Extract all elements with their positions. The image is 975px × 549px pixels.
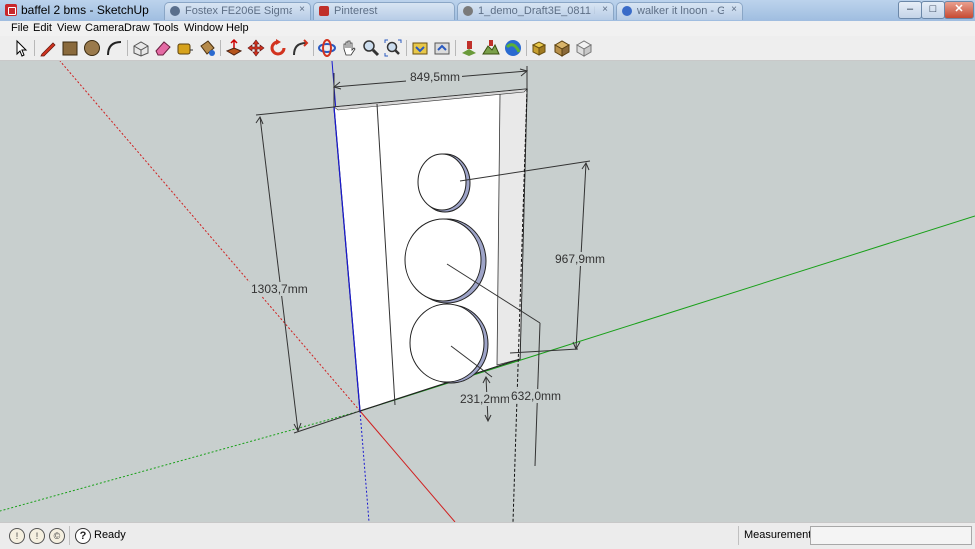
help-icon[interactable]: ? [75, 528, 91, 544]
maximize-button[interactable]: □ [921, 1, 945, 19]
follow-me-icon[interactable] [290, 38, 310, 58]
tab-close-icon[interactable]: × [731, 4, 737, 15]
pan-icon[interactable] [339, 38, 359, 58]
make-component-icon[interactable] [131, 38, 151, 58]
browser-tab-google[interactable]: walker it lnoon - Google sale × [616, 2, 743, 20]
baffle-model[interactable] [333, 88, 528, 412]
dimension-mid-label[interactable]: 632,0mm [511, 389, 561, 403]
circle-icon[interactable] [82, 38, 102, 58]
components-icon[interactable] [574, 38, 594, 58]
tab-favicon-icon [319, 6, 329, 16]
toolbar-divider [220, 40, 221, 56]
geo-location-icon[interactable]: ! [9, 528, 25, 544]
credits-icon[interactable]: ! [29, 528, 45, 544]
select-icon[interactable] [11, 38, 31, 58]
arc-icon[interactable] [104, 38, 124, 58]
menu-window[interactable]: Window [184, 22, 223, 34]
share-model-icon[interactable] [432, 38, 452, 58]
red-axis-line [359, 410, 456, 522]
browser-tab-demo[interactable]: 1_demo_Draft3E_0811 HK_mount... × [457, 2, 614, 20]
eraser-icon[interactable] [153, 38, 173, 58]
move-icon[interactable] [246, 38, 266, 58]
zoom-extents-icon[interactable] [383, 38, 403, 58]
menu-help[interactable]: Help [226, 22, 249, 34]
orbit-icon[interactable] [317, 38, 337, 58]
close-button[interactable]: ✕ [944, 1, 974, 19]
tape-measure-icon[interactable] [175, 38, 195, 58]
menu-bar: File Edit View Camera Draw Tools Window … [0, 21, 975, 36]
menu-file[interactable]: File [11, 22, 29, 34]
tab-favicon-icon [622, 6, 632, 16]
toggle-terrain-icon[interactable] [481, 38, 501, 58]
tweeter-hole[interactable] [417, 153, 467, 211]
status-bar: ! ! © ? Ready Measurements [0, 522, 975, 549]
get-photo-texture-icon[interactable] [530, 38, 550, 58]
minimize-button[interactable]: – [898, 1, 922, 19]
menu-view[interactable]: View [57, 22, 81, 34]
measurements-label: Measurements [744, 529, 817, 541]
tab-favicon-icon [170, 6, 180, 16]
browser-tab-label: Fostex FE206E Sigma (tips... [185, 5, 292, 17]
browser-tab-label: 1_demo_Draft3E_0811 HK_mount... [478, 5, 595, 17]
window-title: baffel 2 bms - SketchUp [21, 3, 149, 17]
pencil-icon[interactable] [38, 38, 58, 58]
toolbar-divider [406, 40, 407, 56]
add-location-icon[interactable] [459, 38, 479, 58]
zoom-icon[interactable] [361, 38, 381, 58]
rectangle-icon[interactable] [60, 38, 80, 58]
dimension-height-label[interactable]: 1303,7mm [251, 282, 308, 296]
model-canvas[interactable]: 849,5mm 1303,7mm 967,9mm 231,2mm 632,0mm [0, 61, 975, 522]
tab-close-icon[interactable]: × [299, 4, 305, 15]
measurements-input[interactable] [810, 526, 972, 545]
extension-warehouse-icon[interactable] [552, 38, 572, 58]
sketchup-app-icon [5, 4, 17, 16]
paint-bucket-icon[interactable] [197, 38, 217, 58]
browser-tab-label: Pinterest [334, 5, 378, 17]
title-bar: baffel 2 bms - SketchUp Fostex FE206E Si… [0, 0, 975, 22]
status-divider [69, 526, 70, 545]
menu-camera[interactable]: Camera [85, 22, 124, 34]
woofer-lower-hole[interactable] [409, 303, 485, 383]
rotate-icon[interactable] [268, 38, 288, 58]
toolbar-divider [34, 40, 35, 56]
dimension-offset-label[interactable]: 231,2mm [460, 392, 510, 406]
toolbar [0, 36, 975, 61]
browser-tab-label: walker it lnoon - Google sale [637, 5, 724, 17]
preview-google-earth-icon[interactable] [503, 38, 523, 58]
toolbar-divider [313, 40, 314, 56]
get-models-icon[interactable] [410, 38, 430, 58]
red-axis-negative-line [59, 61, 361, 412]
tab-close-icon[interactable]: × [602, 4, 608, 15]
toolbar-divider [526, 40, 527, 56]
menu-edit[interactable]: Edit [33, 22, 52, 34]
toolbar-divider [455, 40, 456, 56]
user-account-icon[interactable]: © [49, 528, 65, 544]
baffle-side-face[interactable] [496, 88, 528, 366]
status-divider [738, 526, 739, 545]
woofer-upper-hole[interactable] [404, 218, 482, 302]
green-axis-negative-line [0, 410, 361, 512]
dimension-width-label[interactable]: 849,5mm [410, 70, 460, 84]
blue-axis-negative-line [359, 410, 370, 522]
tab-favicon-icon [463, 6, 473, 16]
menu-tools[interactable]: Tools [153, 22, 179, 34]
toolbar-divider [127, 40, 128, 56]
push-pull-icon[interactable] [224, 38, 244, 58]
status-text: Ready [94, 529, 126, 541]
browser-tab-fostex[interactable]: Fostex FE206E Sigma (tips... × [164, 2, 311, 20]
browser-tab-pinterest[interactable]: Pinterest [313, 2, 455, 20]
modeling-viewport[interactable]: 849,5mm 1303,7mm 967,9mm 231,2mm 632,0mm [0, 61, 975, 522]
menu-draw[interactable]: Draw [124, 22, 150, 34]
dimension-tweeter-label[interactable]: 967,9mm [555, 252, 605, 266]
